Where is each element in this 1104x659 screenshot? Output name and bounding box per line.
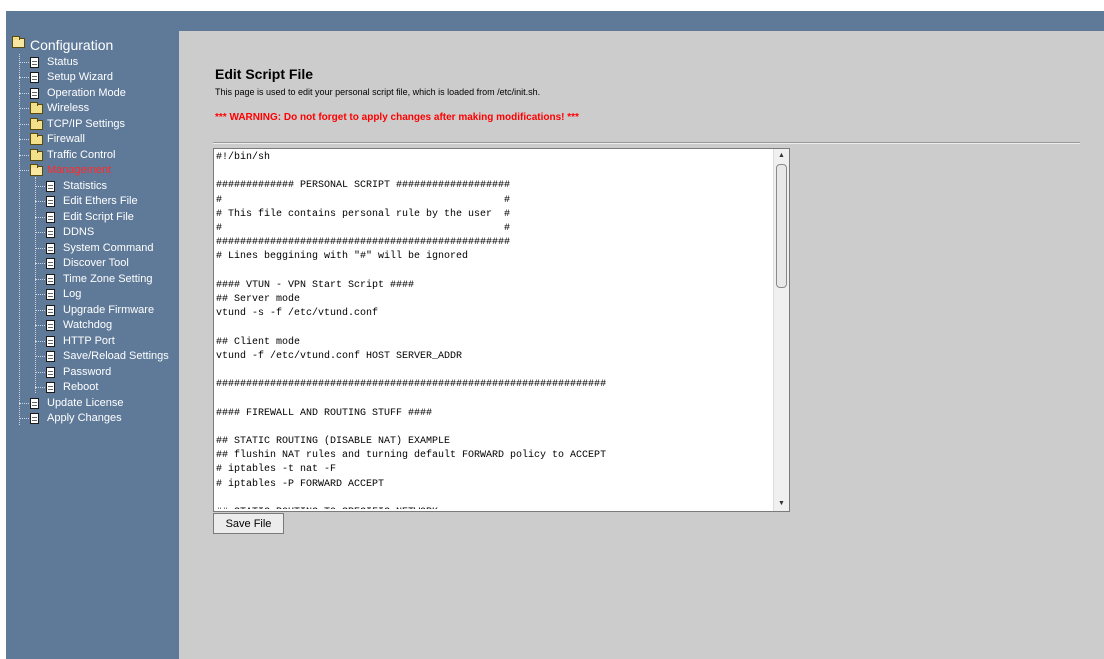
tree-connector bbox=[19, 54, 20, 425]
tree-connector bbox=[19, 418, 29, 419]
tree-connector bbox=[35, 387, 45, 388]
folder-icon bbox=[30, 149, 43, 161]
tree-connector bbox=[35, 341, 45, 342]
tree-connector bbox=[19, 108, 29, 109]
top-banner bbox=[6, 11, 1104, 31]
open-folder-icon bbox=[12, 36, 25, 48]
script-textarea[interactable]: #!/bin/sh ############# PERSONAL SCRIPT … bbox=[216, 151, 771, 509]
divider bbox=[213, 142, 1080, 144]
sidebar-item-label: Wireless bbox=[47, 102, 90, 114]
document-icon bbox=[46, 336, 55, 347]
sidebar-item-label: HTTP Port bbox=[63, 335, 115, 347]
tree-connector bbox=[35, 294, 45, 295]
document-icon bbox=[46, 243, 55, 254]
sidebar-item-label: Traffic Control bbox=[47, 149, 116, 161]
document-icon bbox=[30, 72, 39, 83]
sidebar-item-label: Upgrade Firmware bbox=[63, 304, 155, 316]
document-icon bbox=[46, 289, 55, 300]
tree-connector bbox=[19, 124, 29, 125]
tree-connector bbox=[19, 62, 29, 63]
open-folder-icon bbox=[30, 164, 43, 176]
tree-connector bbox=[19, 403, 29, 404]
tree-connector bbox=[35, 232, 45, 233]
tree-connector bbox=[19, 170, 29, 171]
folder-icon bbox=[30, 102, 43, 114]
tree-connector bbox=[35, 201, 45, 202]
sidebar-item-label: Setup Wizard bbox=[47, 71, 114, 83]
document-icon bbox=[46, 212, 55, 223]
tree-connector bbox=[35, 217, 45, 218]
tree-connector bbox=[19, 155, 29, 156]
document-icon bbox=[46, 382, 55, 393]
sidebar-item-label: Update License bbox=[47, 397, 124, 409]
script-editor: #!/bin/sh ############# PERSONAL SCRIPT … bbox=[213, 148, 790, 512]
document-icon bbox=[46, 305, 55, 316]
tree-connector bbox=[35, 325, 45, 326]
sidebar-item-label: Log bbox=[63, 288, 82, 300]
tree-connector bbox=[35, 356, 45, 357]
sidebar-item-label: Reboot bbox=[63, 381, 99, 393]
sidebar-item-label: Discover Tool bbox=[63, 257, 129, 269]
folder-icon bbox=[30, 133, 43, 145]
document-icon bbox=[46, 181, 55, 192]
document-icon bbox=[46, 367, 55, 378]
document-icon bbox=[30, 413, 39, 424]
document-icon bbox=[46, 274, 55, 285]
tree-root-label: Configuration bbox=[30, 37, 114, 53]
tree-connector bbox=[35, 186, 45, 187]
sidebar-item-label: Firewall bbox=[47, 133, 85, 145]
folder-icon bbox=[30, 118, 43, 130]
warning-message: *** WARNING: Do not forget to apply chan… bbox=[215, 112, 579, 123]
sidebar-item-label: Apply Changes bbox=[47, 412, 122, 424]
sidebar-item-label: DDNS bbox=[63, 226, 95, 238]
scrollbar-thumb[interactable] bbox=[776, 164, 787, 288]
document-icon bbox=[46, 320, 55, 331]
sidebar-item-label: Time Zone Setting bbox=[63, 273, 153, 285]
sidebar-item-label: Operation Mode bbox=[47, 87, 126, 99]
tree-connector bbox=[35, 263, 45, 264]
scroll-up-arrow-icon[interactable]: ▲ bbox=[774, 149, 789, 163]
sidebar-item-label: TCP/IP Settings bbox=[47, 118, 126, 130]
sidebar-item-label: Password bbox=[63, 366, 112, 378]
document-icon bbox=[30, 57, 39, 68]
save-file-button[interactable]: Save File bbox=[213, 513, 284, 534]
sidebar-nav: Configuration Status Setup Wizard Operat… bbox=[6, 31, 179, 659]
sidebar-item-label: Management bbox=[47, 164, 112, 176]
tree-connector bbox=[19, 93, 29, 94]
sidebar-item-label: Statistics bbox=[63, 180, 108, 192]
document-icon bbox=[46, 351, 55, 362]
page-title: Edit Script File bbox=[215, 66, 314, 82]
scroll-down-arrow-icon[interactable]: ▼ bbox=[774, 497, 789, 511]
document-icon bbox=[46, 196, 55, 207]
document-icon bbox=[30, 398, 39, 409]
vertical-scrollbar[interactable]: ▲ ▼ bbox=[773, 149, 789, 511]
document-icon bbox=[46, 258, 55, 269]
main-content: Edit Script File This page is used to ed… bbox=[179, 31, 1104, 659]
tree-connector bbox=[19, 77, 29, 78]
sidebar-item-label: Edit Script File bbox=[63, 211, 134, 223]
tree-connector bbox=[35, 372, 45, 373]
document-icon bbox=[46, 227, 55, 238]
document-icon bbox=[30, 88, 39, 99]
tree-connector bbox=[35, 177, 36, 393]
tree-connector bbox=[35, 279, 45, 280]
sidebar-item-label: Edit Ethers File bbox=[63, 195, 138, 207]
sidebar-item-label: Status bbox=[47, 56, 79, 68]
tree-connector bbox=[19, 139, 29, 140]
sidebar-item-label: Watchdog bbox=[63, 319, 113, 331]
tree-connector bbox=[35, 310, 45, 311]
page-description: This page is used to edit your personal … bbox=[215, 87, 541, 97]
sidebar-item-label: System Command bbox=[63, 242, 154, 254]
sidebar-item-label: Save/Reload Settings bbox=[63, 350, 169, 362]
tree-connector bbox=[35, 248, 45, 249]
